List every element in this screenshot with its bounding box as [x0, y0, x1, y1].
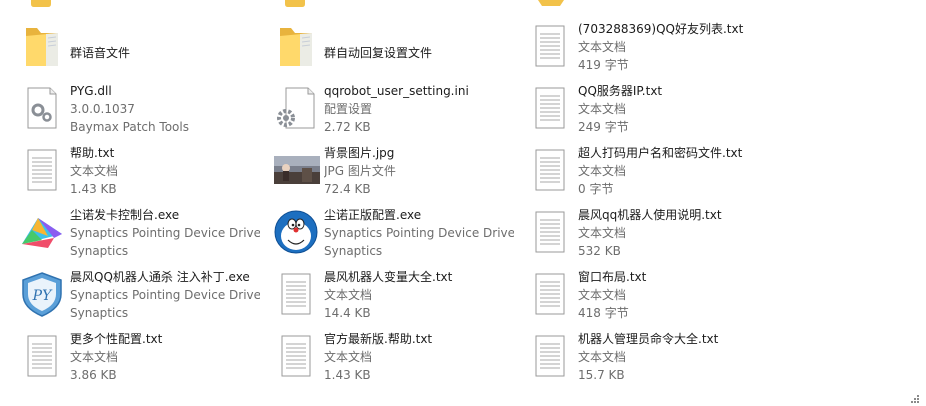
file-type: 文本文档 — [324, 350, 373, 364]
file-company: Synaptics — [70, 244, 129, 258]
file-size: 532 KB — [578, 244, 621, 258]
file-name: 晨风QQ机器人通杀 注入补丁.exe — [70, 270, 250, 284]
text-document-icon — [272, 332, 320, 380]
dll-gear-file-icon — [18, 84, 66, 132]
partial-folder-icon[interactable] — [536, 0, 566, 8]
file-item-ini[interactable]: qqrobot_user_setting.ini 配置设置 2.72 KB — [258, 80, 508, 138]
file-description: Baymax Patch Tools — [70, 120, 189, 134]
file-company: Synaptics — [324, 244, 383, 258]
file-size: 1.43 KB — [70, 182, 117, 196]
file-item-txt[interactable]: 晨风机器人变量大全.txt 文本文档 14.4 KB — [258, 266, 508, 324]
file-type: 文本文档 — [70, 350, 119, 364]
file-type: 文本文档 — [578, 102, 627, 116]
file-item-txt[interactable]: 超人打码用户名和密码文件.txt 文本文档 0 字节 — [512, 142, 762, 200]
file-type: 文本文档 — [324, 288, 373, 302]
file-name: 官方最新版.帮助.txt — [324, 332, 433, 346]
text-document-icon — [18, 146, 66, 194]
file-type: 文本文档 — [578, 226, 627, 240]
folder-icon — [18, 22, 66, 70]
svg-text:PY: PY — [32, 288, 53, 304]
file-type: 文本文档 — [70, 164, 119, 178]
file-size: 3.86 KB — [70, 368, 117, 382]
file-name: 群自动回复设置文件 — [324, 46, 433, 60]
file-name: PYG.dll — [70, 84, 112, 98]
file-name: 晨风机器人变量大全.txt — [324, 270, 453, 284]
file-size: 418 字节 — [578, 306, 629, 320]
ini-settings-file-icon — [272, 84, 320, 132]
file-size: 419 字节 — [578, 58, 629, 72]
file-size: 0 字节 — [578, 182, 614, 196]
text-document-icon — [18, 332, 66, 380]
file-description: Synaptics Pointing Device Driver — [324, 226, 514, 240]
file-item-txt[interactable]: 晨风qq机器人使用说明.txt 文本文档 532 KB — [512, 204, 762, 262]
file-size: 14.4 KB — [324, 306, 371, 320]
file-item-exe[interactable]: 尘诺正版配置.exe Synaptics Pointing Device Dri… — [258, 204, 514, 262]
file-item-folder[interactable]: 群自动回复设置文件 — [258, 18, 508, 76]
file-item-txt[interactable]: 更多个性配置.txt 文本文档 3.86 KB — [4, 328, 254, 386]
file-description: Synaptics Pointing Device Driver — [70, 226, 260, 240]
file-size: 72.4 KB — [324, 182, 371, 196]
file-size: 15.7 KB — [578, 368, 625, 382]
folder-icon — [272, 22, 320, 70]
file-description: Synaptics Pointing Device Driver — [70, 288, 260, 302]
file-name: 窗口布局.txt — [578, 270, 647, 284]
file-name: 帮助.txt — [70, 146, 115, 160]
file-name: 更多个性配置.txt — [70, 332, 163, 346]
file-item-jpg[interactable]: 背景图片.jpg JPG 图片文件 72.4 KB — [258, 142, 508, 200]
file-name: 尘诺发卡控制台.exe — [70, 208, 180, 222]
file-size: 249 字节 — [578, 120, 629, 134]
file-item-txt[interactable]: 机器人管理员命令大全.txt 文本文档 15.7 KB — [512, 328, 762, 386]
text-document-icon — [526, 146, 574, 194]
file-company: Synaptics — [70, 306, 129, 320]
file-name: (703288369)QQ好友列表.txt — [578, 22, 744, 36]
file-item-txt[interactable]: (703288369)QQ好友列表.txt 文本文档 419 字节 — [512, 18, 762, 76]
text-document-icon — [526, 332, 574, 380]
text-document-icon — [272, 270, 320, 318]
file-item-txt[interactable]: 窗口布局.txt 文本文档 418 字节 — [512, 266, 762, 324]
file-name: 群语音文件 — [70, 46, 131, 60]
text-document-icon — [526, 84, 574, 132]
text-document-icon — [526, 270, 574, 318]
file-size: 2.72 KB — [324, 120, 371, 134]
image-thumbnail-icon — [272, 146, 320, 194]
file-name: QQ服务器IP.txt — [578, 84, 663, 98]
colorful-app-exe-icon — [18, 208, 66, 256]
file-item-exe[interactable]: PY 晨风QQ机器人通杀 注入补丁.exe Synaptics Pointing… — [4, 266, 260, 324]
file-name: 背景图片.jpg — [324, 146, 395, 160]
file-item-dll[interactable]: PYG.dll 3.0.0.1037 Baymax Patch Tools — [4, 80, 254, 138]
file-type: 文本文档 — [578, 288, 627, 302]
doraemon-exe-icon — [272, 208, 320, 256]
file-type: JPG 图片文件 — [324, 164, 396, 178]
file-item-folder[interactable]: 群语音文件 — [4, 18, 254, 76]
py-shield-exe-icon: PY — [18, 270, 66, 318]
partial-folder-icon[interactable] — [30, 0, 52, 8]
file-item-exe[interactable]: 尘诺发卡控制台.exe Synaptics Pointing Device Dr… — [4, 204, 260, 262]
file-name: 机器人管理员命令大全.txt — [578, 332, 719, 346]
file-item-txt[interactable]: QQ服务器IP.txt 文本文档 249 字节 — [512, 80, 762, 138]
file-type: 文本文档 — [578, 164, 627, 178]
file-type: 文本文档 — [578, 350, 627, 364]
text-document-icon — [526, 208, 574, 256]
file-size: 1.43 KB — [324, 368, 371, 382]
file-item-txt[interactable]: 官方最新版.帮助.txt 文本文档 1.43 KB — [258, 328, 508, 386]
file-item-txt[interactable]: 帮助.txt 文本文档 1.43 KB — [4, 142, 254, 200]
text-document-icon — [526, 22, 574, 70]
file-name: 尘诺正版配置.exe — [324, 208, 422, 222]
file-name: 超人打码用户名和密码文件.txt — [578, 146, 743, 160]
file-type: 配置设置 — [324, 102, 373, 116]
file-grid: 群语音文件 群自动回复设置文件 (703288369)QQ好友列表.txt 文本… — [0, 0, 926, 406]
file-type: 文本文档 — [578, 40, 627, 54]
file-name: 晨风qq机器人使用说明.txt — [578, 208, 722, 222]
file-name: qqrobot_user_setting.ini — [324, 84, 469, 98]
resize-grip-icon[interactable] — [910, 394, 920, 404]
partial-folder-icon[interactable] — [284, 0, 306, 8]
file-version: 3.0.0.1037 — [70, 102, 135, 116]
